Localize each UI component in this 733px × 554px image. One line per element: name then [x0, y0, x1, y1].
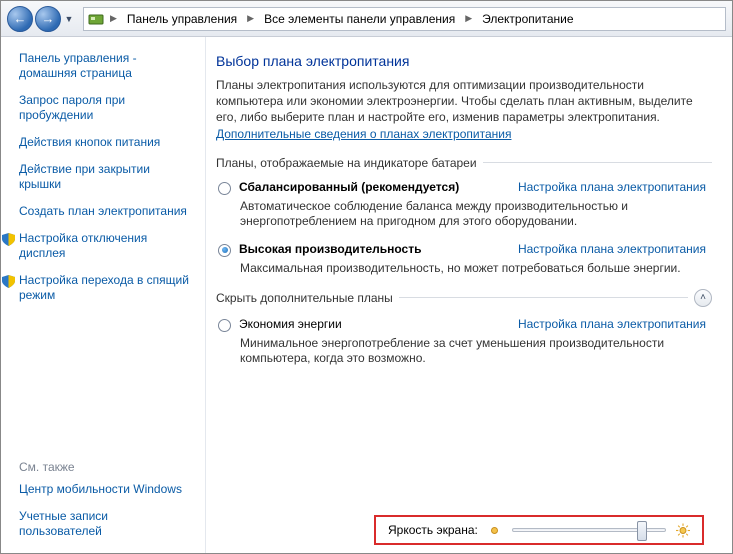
plan-powersaver-desc: Минимальное энергопотребление за счет ум…	[240, 336, 712, 367]
brightness-control: Яркость экрана:	[374, 515, 704, 545]
divider	[483, 162, 712, 163]
radio-power-saver[interactable]	[218, 319, 231, 332]
chevron-right-icon: ▶	[245, 13, 256, 24]
brightness-slider[interactable]	[512, 528, 666, 532]
plan-balanced-title[interactable]: Сбалансированный (рекомендуется)	[239, 180, 459, 194]
crumb-all-items[interactable]: Все элементы панели управления	[260, 12, 459, 26]
crumb-control-panel[interactable]: Панель управления	[123, 12, 241, 26]
chevron-up-icon: ˄	[700, 292, 706, 303]
sidebar-link-display-off[interactable]: Настройка отключения дисплея	[19, 231, 191, 261]
main-panel: Выбор плана электропитания Планы электро…	[205, 37, 732, 553]
chevron-right-icon: ▶	[463, 13, 474, 24]
see-also-heading: См. также	[19, 460, 191, 474]
plan-balanced-desc: Автоматическое соблюдение баланса между …	[240, 199, 712, 230]
plan-highperf-row: Высокая производительность Настройка пла…	[216, 242, 712, 257]
group-label: Планы, отображаемые на индикаторе батаре…	[216, 156, 477, 170]
crumb-power-options[interactable]: Электропитание	[478, 12, 577, 26]
plan-highperf-desc: Максимальная производительность, но може…	[240, 261, 712, 277]
sidebar-link-power-buttons[interactable]: Действия кнопок питания	[19, 135, 191, 150]
sidebar-link-wake-password[interactable]: Запрос пароля при пробуждении	[19, 93, 191, 123]
shield-icon	[1, 232, 15, 246]
collapse-extra-plans-button[interactable]: ˄	[694, 289, 712, 307]
sidebar-link-home[interactable]: Панель управления - домашняя страница	[19, 51, 191, 81]
plan-powersaver-title[interactable]: Экономия энергии	[239, 317, 342, 331]
plan-highperf-title[interactable]: Высокая производительность	[239, 242, 421, 256]
control-panel-icon	[88, 11, 104, 27]
sidebar-link-sleep[interactable]: Настройка перехода в спящий режим	[19, 273, 191, 303]
sidebar-link-create-plan[interactable]: Создать план электропитания	[19, 204, 191, 219]
forward-button[interactable]: →	[35, 6, 61, 32]
plan-powersaver-row: Экономия энергии Настройка плана электро…	[216, 317, 712, 332]
sidebar-item-label: Настройка перехода в спящий режим	[19, 273, 189, 302]
group-label: Скрыть дополнительные планы	[216, 291, 393, 305]
breadcrumb[interactable]: ▶ Панель управления ▶ Все элементы панел…	[83, 7, 726, 31]
arrow-right-icon: →	[42, 12, 55, 25]
see-also-mobility[interactable]: Центр мобильности Windows	[19, 482, 191, 497]
sun-dim-icon	[488, 523, 502, 537]
group-battery-plans: Планы, отображаемые на индикаторе батаре…	[216, 156, 712, 170]
sidebar-link-lid-close[interactable]: Действие при закрытии крышки	[19, 162, 191, 192]
configure-plan-link[interactable]: Настройка плана электропитания	[518, 242, 712, 256]
arrow-left-icon: ←	[14, 12, 27, 25]
radio-high-performance[interactable]	[218, 244, 231, 257]
content-area: Панель управления - домашняя страница За…	[1, 37, 732, 553]
page-title: Выбор плана электропитания	[216, 53, 712, 69]
divider	[399, 297, 688, 298]
brightness-label: Яркость экрана:	[388, 523, 478, 537]
shield-icon	[1, 274, 15, 288]
group-extra-plans: Скрыть дополнительные планы ˄	[216, 289, 712, 307]
plan-balanced-row: Сбалансированный (рекомендуется) Настрой…	[216, 180, 712, 195]
nav-history-dropdown[interactable]: ▼	[63, 10, 75, 28]
intro-text: Планы электропитания используются для оп…	[216, 77, 712, 142]
window-toolbar: ← → ▼ ▶ Панель управления ▶ Все элементы…	[1, 1, 732, 37]
intro-body: Планы электропитания используются для оп…	[216, 78, 693, 124]
sun-bright-icon	[676, 523, 690, 537]
radio-balanced[interactable]	[218, 182, 231, 195]
configure-plan-link[interactable]: Настройка плана электропитания	[518, 180, 712, 194]
intro-more-link[interactable]: Дополнительные сведения о планах электро…	[216, 127, 511, 141]
chevron-right-icon: ▶	[108, 13, 119, 24]
configure-plan-link[interactable]: Настройка плана электропитания	[518, 317, 712, 331]
see-also-user-accounts[interactable]: Учетные записи пользователей	[19, 509, 191, 539]
sidebar-item-label: Настройка отключения дисплея	[19, 231, 147, 260]
slider-thumb[interactable]	[637, 521, 647, 541]
back-button[interactable]: ←	[7, 6, 33, 32]
sidebar: Панель управления - домашняя страница За…	[1, 37, 205, 553]
